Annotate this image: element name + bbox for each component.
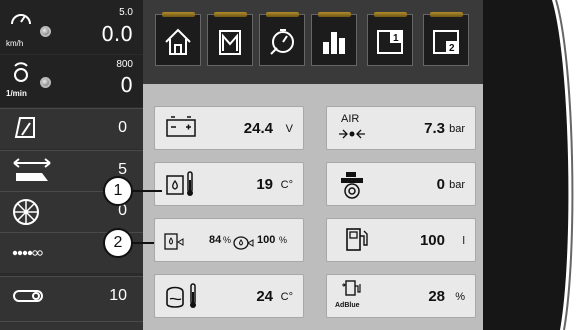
brake-card[interactable]: 0 bar bbox=[326, 162, 476, 206]
stopwatch-icon bbox=[270, 29, 294, 55]
battery-value: 24.4 bbox=[243, 120, 273, 137]
fuel-value: 100 bbox=[419, 232, 445, 249]
tab-led bbox=[374, 12, 407, 17]
speed-gauge: km/h 5.0 0.0 bbox=[0, 0, 143, 54]
air-unit: bar bbox=[449, 123, 465, 135]
fuel-level-card[interactable]: 84 % 100 % bbox=[154, 218, 304, 262]
coolant-level-icon bbox=[164, 233, 184, 250]
left-row-area[interactable]: 0 bbox=[0, 108, 143, 149]
tab-led bbox=[318, 12, 351, 17]
adblue-unit: % bbox=[455, 291, 465, 303]
engine-rpm-icon bbox=[14, 62, 28, 82]
fuel-card[interactable]: 100 l bbox=[326, 218, 476, 262]
tab-bar: 1 2 bbox=[143, 0, 483, 84]
battery-card[interactable]: 24.4 V bbox=[154, 106, 304, 150]
tab-led bbox=[266, 12, 299, 17]
engine-indicator-lamp bbox=[40, 77, 51, 88]
fuel-level-value-1: 84 bbox=[209, 234, 222, 246]
tab-led bbox=[162, 12, 195, 17]
engine-rpm-gauge: 1/min 800 0 bbox=[0, 55, 143, 107]
callout-2: 2 bbox=[103, 228, 133, 258]
fuel-pump-icon bbox=[346, 228, 368, 251]
tab-led bbox=[430, 12, 463, 17]
washer-fluid-icon bbox=[233, 236, 254, 250]
header-width-icon bbox=[13, 158, 51, 181]
battery-icon bbox=[166, 116, 196, 137]
page-2-label: 2 bbox=[449, 43, 455, 54]
tab-led bbox=[214, 12, 247, 17]
fuel-level-unit-1: % bbox=[223, 235, 232, 245]
fuel-unit: l bbox=[462, 235, 465, 247]
tab-page-2[interactable]: 2 bbox=[423, 12, 469, 66]
right-edge bbox=[552, 0, 581, 330]
tab-statistics[interactable] bbox=[311, 12, 357, 66]
oil-temperature-icon bbox=[166, 283, 196, 308]
left-row-next bbox=[0, 321, 143, 330]
air-pressure-icon bbox=[339, 129, 365, 139]
callout-line-1 bbox=[130, 190, 162, 192]
speed-max: 5.0 bbox=[119, 7, 133, 18]
fuel-level-unit-2: % bbox=[279, 235, 288, 245]
coolant-card[interactable]: 19 C° bbox=[154, 162, 304, 206]
area-value: 0 bbox=[118, 119, 127, 136]
main-panel: 24.4 V AIR 7.3 bar 19 C° 0 bar 84 % 100 … bbox=[143, 84, 483, 330]
engine-value: 0 bbox=[120, 73, 133, 97]
engine-max: 800 bbox=[116, 59, 133, 70]
speedometer-icon bbox=[11, 14, 31, 25]
fuel-level-value-2: 100 bbox=[257, 234, 276, 246]
brake-unit: bar bbox=[449, 179, 465, 191]
home-icon bbox=[165, 28, 191, 55]
battery-unit: V bbox=[285, 123, 293, 135]
air-card[interactable]: AIR 7.3 bar bbox=[326, 106, 476, 150]
coolant-unit: C° bbox=[280, 179, 293, 191]
speed-value: 0.0 bbox=[101, 22, 133, 46]
brake-pressure-icon bbox=[341, 172, 363, 199]
adblue-pump-icon bbox=[342, 280, 361, 296]
terminal-screen: km/h 5.0 0.0 1/min 800 0 0 5 0 10 1 2 24… bbox=[0, 0, 581, 330]
chain-conveyor-icon bbox=[13, 290, 43, 302]
air-value: 7.3 bbox=[424, 120, 445, 137]
bezel-curve bbox=[552, 0, 574, 330]
oil-temp-unit: C° bbox=[280, 291, 293, 303]
oil-temp-value: 24 bbox=[256, 288, 273, 305]
tab-home[interactable] bbox=[155, 12, 201, 66]
page-1-icon: 1 bbox=[377, 30, 403, 54]
speed-unit: km/h bbox=[6, 39, 24, 48]
grain-flow-icon bbox=[12, 250, 43, 256]
coolant-temperature-icon bbox=[166, 171, 193, 196]
adblue-value: 28 bbox=[428, 288, 445, 305]
tab-memory[interactable] bbox=[207, 12, 253, 66]
page-1-label: 1 bbox=[393, 33, 399, 44]
wheel-icon bbox=[13, 199, 39, 225]
callout-1: 1 bbox=[103, 176, 133, 206]
chain-value: 10 bbox=[109, 287, 127, 304]
coolant-value: 19 bbox=[256, 176, 273, 193]
adblue-card[interactable]: AdBlue 28 % bbox=[326, 274, 476, 318]
page-2-icon: 2 bbox=[433, 30, 459, 54]
callout-line-2 bbox=[130, 242, 154, 244]
oil-temp-card[interactable]: 24 C° bbox=[154, 274, 304, 318]
brake-value: 0 bbox=[436, 176, 445, 193]
left-row-chain[interactable]: 10 bbox=[0, 276, 143, 321]
air-label: AIR bbox=[341, 113, 360, 125]
speed-indicator-lamp bbox=[40, 26, 51, 37]
adblue-label: AdBlue bbox=[335, 302, 360, 309]
memory-icon bbox=[219, 30, 241, 55]
left-instrument-strip: km/h 5.0 0.0 1/min 800 0 0 5 0 10 bbox=[0, 0, 143, 330]
tab-page-1[interactable]: 1 bbox=[367, 12, 413, 66]
bar-chart-icon bbox=[323, 32, 345, 54]
field-area-icon bbox=[14, 117, 35, 138]
engine-unit: 1/min bbox=[6, 89, 27, 98]
tab-timer[interactable] bbox=[259, 12, 305, 66]
